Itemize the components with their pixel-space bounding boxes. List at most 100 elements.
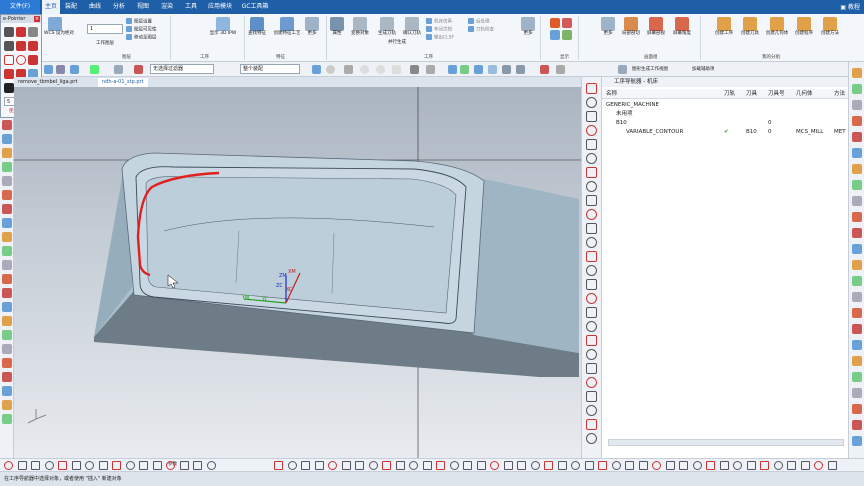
horizontal-scrollbar[interactable]: [608, 439, 844, 446]
rectangle-icon[interactable]: [4, 55, 14, 65]
fit-icon[interactable]: [448, 65, 457, 74]
navigator-row[interactable]: B10 0: [602, 119, 849, 127]
bottom-tool-icon[interactable]: [827, 461, 837, 470]
parallel-generate-button[interactable]: 并行生成: [382, 40, 412, 52]
bottom-tool-icon[interactable]: [773, 461, 783, 470]
resource-icon[interactable]: [852, 420, 862, 430]
left-tool-icon[interactable]: [2, 288, 12, 298]
resource-icon[interactable]: [852, 212, 862, 222]
bottom-tool-icon[interactable]: [544, 461, 553, 470]
snap-icon[interactable]: [56, 65, 65, 74]
resource-icon[interactable]: [852, 148, 862, 158]
resource-icon[interactable]: [852, 100, 862, 110]
more-button-2[interactable]: 更多: [520, 16, 536, 42]
layer-icon[interactable]: [556, 65, 565, 74]
rotate-icon[interactable]: [474, 65, 483, 74]
tutorial-link[interactable]: 教程: [848, 4, 860, 11]
bottom-tool-icon[interactable]: [71, 461, 81, 470]
bottom-tool-icon[interactable]: [328, 461, 337, 470]
resource-icon[interactable]: [852, 276, 862, 286]
resource-icon[interactable]: [852, 340, 862, 350]
sketch-tool-icon[interactable]: [586, 167, 597, 178]
tab-curve[interactable]: 曲线: [86, 0, 104, 14]
scope-select[interactable]: 整个装配: [240, 64, 300, 74]
file-menu[interactable]: 文件(F): [0, 0, 40, 14]
left-tool-icon[interactable]: [2, 176, 12, 186]
circle-icon[interactable]: [326, 65, 335, 74]
sketch-tool-icon[interactable]: [586, 237, 597, 248]
resource-icon[interactable]: [852, 116, 862, 126]
sketch-tool-icon[interactable]: [586, 307, 597, 318]
bottom-tool-icon[interactable]: [557, 461, 567, 470]
sketch-tool-icon[interactable]: [586, 139, 597, 150]
layer-visibility[interactable]: 图层可见性: [126, 26, 157, 33]
bottom-tool-icon[interactable]: [274, 461, 283, 470]
edge-icon[interactable]: [392, 65, 401, 74]
tab-assembly[interactable]: 装配: [62, 0, 80, 14]
tab-tools[interactable]: 工具: [182, 0, 200, 14]
sketch-tool-icon[interactable]: [586, 377, 597, 388]
bottom-tool-icon[interactable]: [746, 461, 756, 470]
arrow-icon[interactable]: [28, 27, 38, 37]
bottom-tool-icon[interactable]: [517, 461, 526, 470]
fill-ellipse-icon[interactable]: [4, 69, 14, 79]
left-tool-icon[interactable]: [2, 400, 12, 410]
bottom-tool-icon[interactable]: [85, 461, 94, 470]
bottom-tool-icon[interactable]: [179, 461, 189, 470]
shading-icon[interactable]: [562, 30, 572, 40]
col-tool[interactable]: 刀具: [746, 89, 757, 99]
create-method-button[interactable]: 创建方法: [818, 16, 842, 42]
sketch-tool-icon[interactable]: [586, 335, 597, 346]
bottom-tool-icon[interactable]: [611, 461, 621, 470]
center-icon[interactable]: [360, 65, 369, 74]
machine-simulation[interactable]: 机床仿真: [426, 18, 452, 25]
create-feature-process-button[interactable]: 创建特征工艺: [272, 16, 302, 42]
left-tool-icon[interactable]: [2, 386, 12, 396]
bottom-tool-icon[interactable]: [125, 461, 135, 470]
bottom-tool-icon[interactable]: [139, 461, 148, 470]
view-icon[interactable]: [502, 65, 511, 74]
bottom-tool-icon[interactable]: [98, 461, 108, 470]
bottom-tool-icon[interactable]: [706, 461, 715, 470]
col-method[interactable]: 方法: [834, 89, 845, 99]
move-to-layer[interactable]: 移动至图层: [126, 34, 157, 41]
sketch-tool-icon[interactable]: [586, 419, 597, 430]
bottom-tool-icon[interactable]: [692, 461, 702, 470]
pan-icon[interactable]: [488, 65, 497, 74]
sketch-tool-icon[interactable]: [586, 293, 597, 304]
resource-icon[interactable]: [852, 356, 862, 366]
wcs-absolute-button[interactable]: WCS 设为绝对: [44, 16, 74, 42]
sketch-tool-icon[interactable]: [586, 195, 597, 206]
create-program-button[interactable]: 创建程序: [792, 16, 816, 42]
tab-view[interactable]: 视图: [134, 0, 152, 14]
snap-point-icon[interactable]: [312, 65, 321, 74]
bottom-tool-icon[interactable]: [301, 461, 310, 470]
workview-label[interactable]: 图形生成工作视图: [632, 66, 668, 73]
left-tool-icon[interactable]: [2, 372, 12, 382]
bottom-tool-icon[interactable]: [166, 461, 175, 470]
toolpath-display-icon[interactable]: [562, 18, 572, 28]
col-geometry[interactable]: 几何体: [796, 89, 813, 99]
sketch-tool-icon[interactable]: [586, 223, 597, 234]
bottom-tool-icon[interactable]: [638, 461, 648, 470]
layer-spinner[interactable]: 1: [87, 24, 123, 34]
resource-icon[interactable]: [852, 180, 862, 190]
type-filter-select[interactable]: 无选择过滤器: [150, 64, 214, 74]
bottom-tool-icon[interactable]: [287, 461, 297, 470]
navigator-row[interactable]: VARIABLE_CONTOUR ✔ B10 0 MCS_MILL MET: [602, 128, 849, 136]
create-tool-button[interactable]: 创建刀具: [738, 16, 762, 42]
resource-icon[interactable]: [852, 228, 862, 238]
point-icon[interactable]: [376, 65, 385, 74]
bottom-tool-icon[interactable]: [193, 461, 202, 470]
resource-icon[interactable]: [852, 260, 862, 270]
bottom-tool-icon[interactable]: [4, 461, 13, 470]
resource-icon[interactable]: [852, 388, 862, 398]
toolpath-check[interactable]: 刀轨检查: [468, 26, 494, 33]
bottom-tool-icon[interactable]: [314, 461, 324, 470]
bottom-tool-icon[interactable]: [760, 461, 769, 470]
sketch-tool-icon[interactable]: [586, 433, 597, 444]
resource-icon[interactable]: [852, 68, 862, 78]
sketch-tool-icon[interactable]: [586, 125, 597, 136]
refresh-icon[interactable]: [550, 30, 560, 40]
bottom-tool-icon[interactable]: [814, 461, 823, 470]
